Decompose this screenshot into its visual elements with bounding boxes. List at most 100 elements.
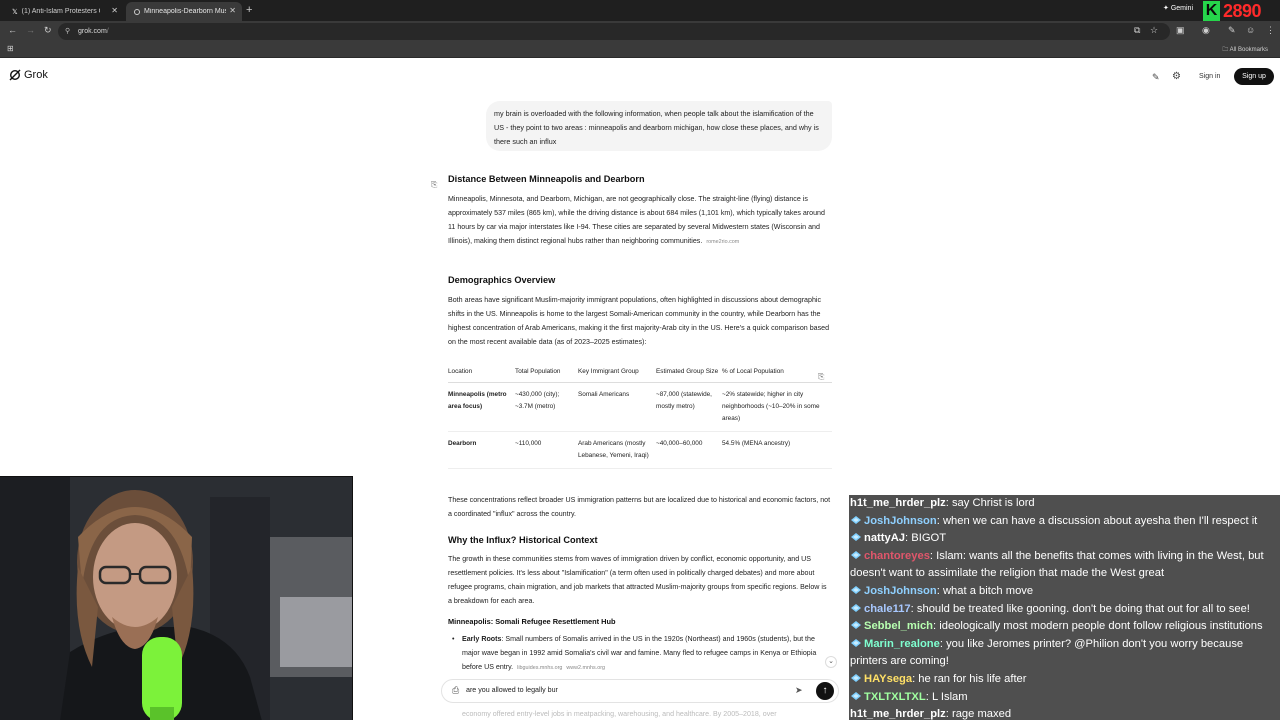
chat-username[interactable]: h1t_me_hrder_plz xyxy=(850,708,946,720)
stream-chat-overlay: h1t_me_hrder_plz: say Christ is lord Josh… xyxy=(849,495,1280,720)
table-header: Location xyxy=(448,366,515,383)
sub-badge-icon xyxy=(850,549,862,559)
grok-logo[interactable]: Grok xyxy=(9,69,48,81)
source-link[interactable]: libguides.mnhs.org xyxy=(517,665,562,671)
table-cell: ~110,000 xyxy=(515,431,578,469)
chat-message-text: : BIGOT xyxy=(905,532,947,545)
tab-close-icon[interactable]: ✕ xyxy=(229,6,236,15)
chat-username[interactable]: Sebbel_mich xyxy=(864,620,933,632)
why-paragraph: The growth in these communities stems fr… xyxy=(448,555,827,605)
gemini-button[interactable]: ✦ Gemini xyxy=(1163,4,1193,12)
source-link[interactable]: www2.mnhs.org xyxy=(566,665,605,671)
chat-message: nattyAJ: BIGOT xyxy=(849,530,1280,548)
back-icon[interactable]: ← xyxy=(8,25,17,35)
attach-paperclip-icon[interactable]: ⎙ xyxy=(452,685,459,696)
sign-up-button[interactable]: Sign up xyxy=(1234,68,1274,85)
sub-badge-icon xyxy=(850,602,862,612)
send-button[interactable]: ↑ xyxy=(816,682,834,700)
tab-grok-active[interactable]: Minneapolis-Dearborn Muslim ✕ xyxy=(126,2,242,21)
tab-label: Minneapolis-Dearborn Muslim xyxy=(144,8,226,15)
tab-close-icon[interactable]: ✕ xyxy=(111,6,118,15)
chat-username[interactable]: JoshJohnson xyxy=(864,515,937,527)
chat-input-text[interactable]: are you allowed to legally bur xyxy=(466,686,558,694)
source-link[interactable]: rome2rio.com xyxy=(706,239,739,245)
scroll-down-button[interactable]: ⌄ xyxy=(825,656,837,668)
chat-message-text: : ideologically most modern people dont … xyxy=(933,620,1263,633)
demographics-paragraph: Both areas have significant Muslim-major… xyxy=(448,296,830,346)
chat-message: h1t_me_hrder_plz: rage maxed xyxy=(849,706,1280,720)
hub-subheading: Minneapolis: Somali Refugee Resettlement… xyxy=(448,617,616,626)
chat-username[interactable]: HAYsega xyxy=(864,673,912,685)
chat-message-text: : he ran for his life after xyxy=(912,672,1027,685)
distance-heading: Distance Between Minneapolis and Dearbor… xyxy=(448,174,645,184)
table-cell: ~2% statewide; higher in city neighborho… xyxy=(722,382,832,432)
chat-message: chale117: should be treated like gooning… xyxy=(849,601,1280,619)
sparkle-icon: ✦ xyxy=(1163,5,1169,12)
chat-username[interactable]: JoshJohnson xyxy=(864,585,937,597)
why-influx-heading: Why the Influx? Historical Context xyxy=(448,535,598,545)
table-row: Dearborn ~110,000 Arab Americans (mostly… xyxy=(448,431,832,469)
chat-username[interactable]: nattyAJ xyxy=(864,532,905,544)
bullet-dot: • xyxy=(452,635,455,643)
browser-toolbar: ← → ↻ ⚲ grok.com/ ⧉ ☆ ▣ ◉ ✎ ☺ ⋮ xyxy=(0,21,1280,42)
chat-username[interactable]: chale117 xyxy=(864,603,911,615)
table-row: Minneapolis (metro area focus) ~430,000 … xyxy=(448,382,832,432)
copy-link-icon[interactable]: ⎘ xyxy=(431,180,437,190)
tab-label: (1) Anti-Islam Protesters Clash xyxy=(21,8,100,15)
menu-kebab-icon[interactable]: ⋮ xyxy=(1266,25,1275,36)
chat-message-text: : should be treated like gooning. don't … xyxy=(910,602,1250,615)
browser-tab-strip: 𝕏 (1) Anti-Islam Protesters Clash ✕ Minn… xyxy=(0,0,1280,21)
after-table-paragraph: These concentrations reflect broader US … xyxy=(448,496,831,518)
reload-icon[interactable]: ↻ xyxy=(44,25,52,36)
x-logo-icon: 𝕏 xyxy=(12,8,18,16)
chat-message-text: : rage maxed xyxy=(945,708,1012,720)
chat-message: Marin_realone: you like Jeromes printer?… xyxy=(849,636,1280,671)
new-tab-icon[interactable]: + xyxy=(246,4,252,16)
chat-message-text: : say Christ is lord xyxy=(945,497,1035,509)
grok-logo-icon xyxy=(9,69,21,81)
folder-icon: 🗀 xyxy=(1222,47,1229,53)
stream-k-badge: K xyxy=(1203,1,1220,21)
cast-icon[interactable]: ⧉ xyxy=(1134,25,1140,36)
webcam-overlay xyxy=(0,476,353,720)
demographics-table: Location Total Population Key Immigrant … xyxy=(448,366,832,469)
chat-username[interactable]: chantoreyes xyxy=(864,550,930,562)
grok-header: Grok ✎ ⚙ Sign in Sign up xyxy=(0,60,1280,94)
sub-badge-icon xyxy=(850,531,862,542)
sub-badge-icon xyxy=(850,584,862,594)
streamer-webcam-image xyxy=(0,477,352,720)
table-cell: 54.5% (MENA ancestry) xyxy=(722,431,832,469)
chat-message-text: : when we can have a discussion about ay… xyxy=(936,514,1258,527)
url-path: / xyxy=(106,28,109,35)
table-cell: Arab Americans (mostly Lebanese, Yemeni,… xyxy=(578,431,656,469)
apps-grid-icon[interactable]: ⊞ xyxy=(7,44,14,53)
chat-message-text: : what a bitch move xyxy=(936,584,1034,597)
chat-message-text: : L Islam xyxy=(925,690,968,703)
cut-off-text: economy offered entry-level jobs in meat… xyxy=(462,710,777,718)
arrow-up-icon: ↑ xyxy=(822,685,828,696)
settings-gear-icon[interactable]: ⚙ xyxy=(1172,71,1181,82)
address-bar[interactable]: ⚲ grok.com/ xyxy=(58,23,1170,40)
table-cell: Dearborn xyxy=(448,431,515,469)
profile-icon[interactable]: ◉ xyxy=(1202,25,1210,36)
sign-in-button[interactable]: Sign in xyxy=(1199,73,1220,80)
extensions-icon[interactable]: ▣ xyxy=(1176,25,1185,36)
site-info-icon[interactable]: ⚲ xyxy=(65,23,70,40)
bookmarks-bar: ⊞ 🗀 All Bookmarks xyxy=(0,42,1280,58)
stream-count: 2890 xyxy=(1223,1,1262,21)
new-chat-icon[interactable]: ✎ xyxy=(1152,72,1160,83)
tab-anti-islam[interactable]: 𝕏 (1) Anti-Islam Protesters Clash ✕ xyxy=(4,2,124,21)
chat-input-box[interactable]: ⎙ are you allowed to legally bur ➤ xyxy=(441,679,839,703)
deepsearch-icon[interactable]: ➤ xyxy=(795,685,803,696)
table-header: % of Local Population xyxy=(722,366,832,383)
account-icon[interactable]: ☺ xyxy=(1246,25,1255,35)
bookmark-star-icon[interactable]: ☆ xyxy=(1150,25,1158,36)
all-bookmarks-button[interactable]: 🗀 All Bookmarks xyxy=(1222,45,1268,55)
chat-message: chantoreyes: Islam: wants all the benefi… xyxy=(849,548,1280,583)
forward-icon[interactable]: → xyxy=(26,25,35,35)
chat-message: JoshJohnson: what a bitch move xyxy=(849,583,1280,601)
chat-username[interactable]: Marin_realone xyxy=(864,638,940,650)
chat-username[interactable]: TXLTXLTXL xyxy=(864,691,926,703)
chat-username[interactable]: h1t_me_hrder_plz xyxy=(850,497,946,509)
edit-icon[interactable]: ✎ xyxy=(1228,25,1236,36)
